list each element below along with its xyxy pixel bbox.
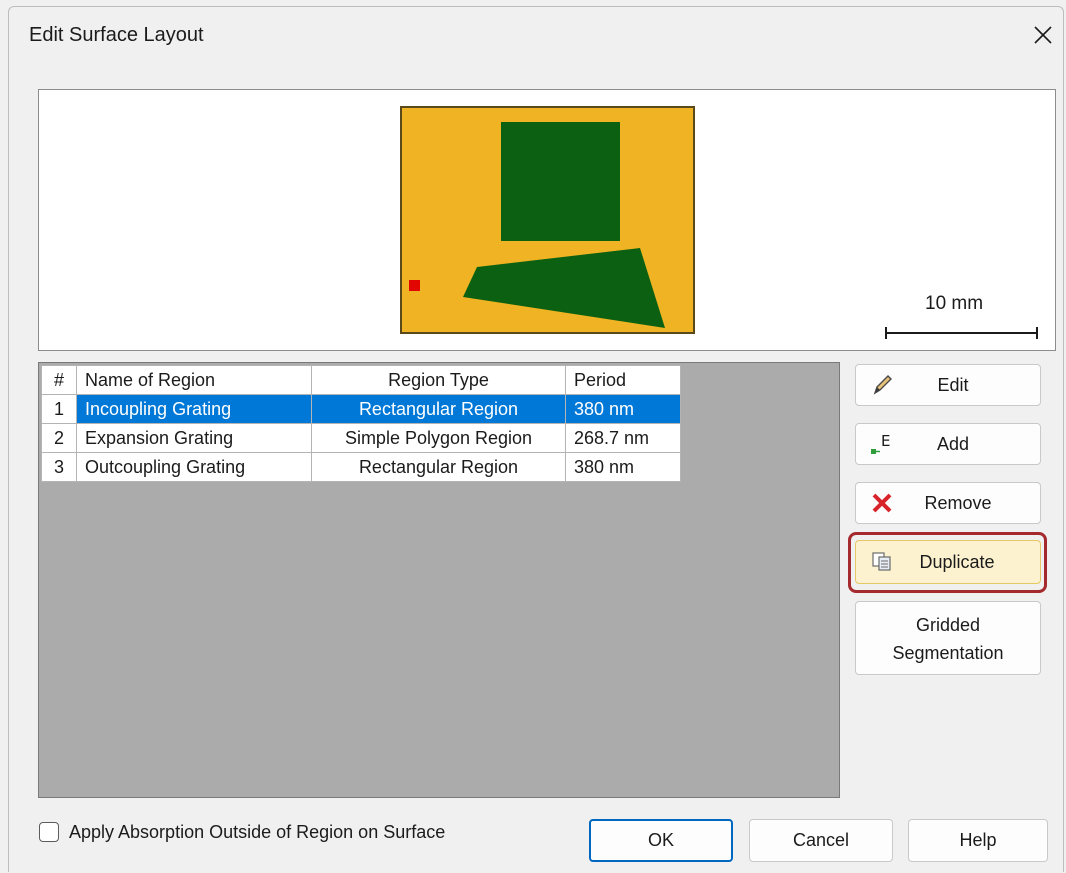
region-period-cell[interactable]: 380 nm xyxy=(565,394,681,424)
absorption-checkbox-label[interactable]: Apply Absorption Outside of Region on Su… xyxy=(69,822,445,843)
region-incoupling-shape xyxy=(501,122,620,241)
absorption-checkbox[interactable] xyxy=(39,822,59,842)
region-name-cell[interactable]: Incoupling Grating xyxy=(76,394,312,424)
region-period-cell[interactable]: 268.7 nm xyxy=(565,423,681,453)
scale-bar xyxy=(885,327,1038,339)
scale-label: 10 mm xyxy=(925,293,984,314)
origin-marker xyxy=(409,280,420,291)
dialog-title: Edit Surface Layout xyxy=(29,24,204,46)
cancel-button[interactable]: Cancel xyxy=(749,819,893,862)
row-number: 1 xyxy=(41,394,77,424)
column-header-period[interactable]: Period xyxy=(565,365,681,395)
gridded-segmentation-button[interactable]: Gridded Segmentation xyxy=(855,601,1041,675)
title-bar: Edit Surface Layout xyxy=(9,7,1063,67)
table-row[interactable]: 3 Outcoupling Grating Rectangular Region… xyxy=(41,452,681,482)
regions-table: # Name of Region Region Type Period 1 In… xyxy=(41,365,681,482)
edit-button[interactable]: Edit xyxy=(855,364,1041,406)
duplicate-button-label: Duplicate xyxy=(919,551,995,572)
column-header-type[interactable]: Region Type xyxy=(311,365,566,395)
gridded-label-line1: Gridded xyxy=(915,615,981,635)
table-row[interactable]: 1 Incoupling Grating Rectangular Region … xyxy=(41,394,681,424)
edit-button-label: Edit xyxy=(937,374,969,395)
close-button[interactable] xyxy=(1029,21,1057,49)
region-name-cell[interactable]: Outcoupling Grating xyxy=(76,452,312,482)
absorption-checkbox-row[interactable]: Apply Absorption Outside of Region on Su… xyxy=(39,819,445,845)
surface-layout-canvas xyxy=(400,106,1038,339)
duplicate-button[interactable]: Duplicate xyxy=(855,540,1041,584)
table-row[interactable]: 2 Expansion Grating Simple Polygon Regio… xyxy=(41,423,681,453)
row-number: 3 xyxy=(41,452,77,482)
row-number: 2 xyxy=(41,423,77,453)
gridded-segmentation-label: Gridded Segmentation xyxy=(856,611,1040,667)
region-type-cell[interactable]: Rectangular Region xyxy=(311,452,566,482)
column-header-number[interactable]: # xyxy=(41,365,77,395)
ok-button[interactable]: OK xyxy=(589,819,733,862)
region-type-cell[interactable]: Rectangular Region xyxy=(311,394,566,424)
edit-surface-layout-dialog: Edit Surface Layout 10 mm # Name of Regi… xyxy=(8,6,1064,872)
region-period-cell[interactable]: 380 nm xyxy=(565,452,681,482)
add-button[interactable]: E Add xyxy=(855,423,1041,465)
surface-preview[interactable]: 10 mm xyxy=(38,89,1056,351)
region-type-cell[interactable]: Simple Polygon Region xyxy=(311,423,566,453)
table-header-row: # Name of Region Region Type Period xyxy=(41,365,681,395)
gridded-label-line2: Segmentation xyxy=(892,643,1004,663)
column-header-name[interactable]: Name of Region xyxy=(76,365,312,395)
remove-button[interactable]: Remove xyxy=(855,482,1041,524)
help-button[interactable]: Help xyxy=(908,819,1048,862)
regions-table-area[interactable]: # Name of Region Region Type Period 1 In… xyxy=(38,362,840,798)
remove-button-label: Remove xyxy=(924,492,992,513)
region-name-cell[interactable]: Expansion Grating xyxy=(76,423,312,453)
add-button-label: Add xyxy=(936,433,970,454)
close-icon xyxy=(1034,26,1052,44)
